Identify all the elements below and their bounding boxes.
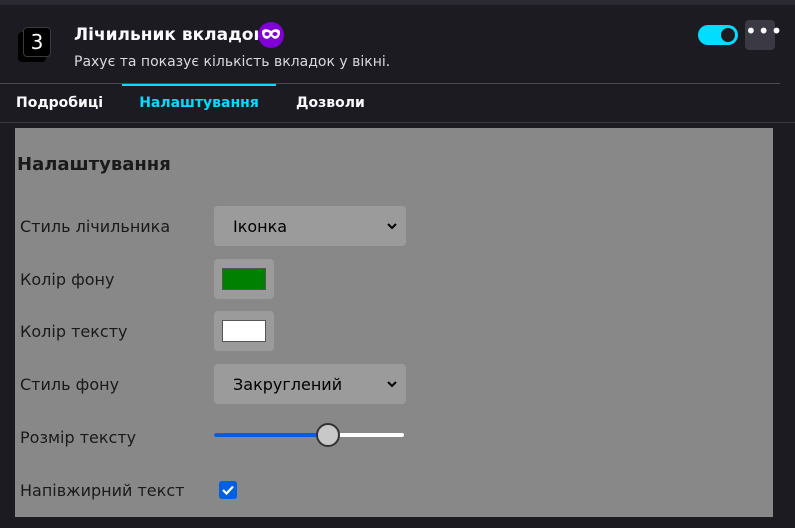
chevron-down-icon bbox=[387, 381, 397, 388]
bold-text-checkbox[interactable] bbox=[219, 481, 237, 499]
text-color-label: Колір тексту bbox=[20, 322, 128, 341]
tab-details[interactable]: Подробиці bbox=[16, 84, 103, 122]
bg-style-label: Стиль фону bbox=[20, 375, 120, 394]
bold-text-label: Напівжирний текст bbox=[20, 481, 185, 500]
bg-color-label: Колір фону bbox=[20, 270, 115, 289]
counter-style-label: Стиль лічильника bbox=[20, 217, 171, 236]
bg-color-picker[interactable] bbox=[214, 259, 274, 299]
bg-style-select[interactable]: Закруглений bbox=[214, 364, 406, 404]
text-size-label: Розмір тексту bbox=[20, 428, 137, 447]
tab-bar: Подробиці Налаштування Дозволи bbox=[0, 84, 795, 122]
tab-settings[interactable]: Налаштування bbox=[122, 84, 276, 122]
bg-style-value: Закруглений bbox=[233, 375, 343, 394]
toggle-knob bbox=[721, 28, 735, 42]
more-options-button[interactable]: ••• bbox=[745, 20, 782, 50]
settings-title: Налаштування bbox=[17, 154, 171, 175]
extension-enable-toggle[interactable] bbox=[698, 25, 738, 45]
tabs-divider bbox=[0, 122, 795, 123]
text-color-picker[interactable] bbox=[214, 311, 274, 351]
slider-fill bbox=[214, 433, 328, 437]
extension-icon: 3 bbox=[18, 27, 52, 63]
text-size-slider[interactable] bbox=[214, 423, 406, 447]
bg-color-swatch bbox=[222, 268, 266, 290]
chevron-down-icon bbox=[387, 223, 397, 230]
tab-permissions[interactable]: Дозволи bbox=[296, 84, 365, 122]
text-color-swatch bbox=[222, 320, 266, 342]
extension-title: Лічильник вкладок bbox=[74, 25, 266, 45]
extension-icon-number: 3 bbox=[23, 27, 51, 57]
counter-style-value: Іконка bbox=[233, 217, 288, 236]
private-browsing-mask-icon bbox=[258, 22, 284, 48]
counter-style-select[interactable]: Іконка bbox=[214, 206, 406, 246]
extension-header: 3 Лічильник вкладок Рахує та показує кіл… bbox=[0, 5, 795, 83]
slider-thumb[interactable] bbox=[316, 423, 340, 447]
settings-panel: Налаштування Стиль лічильника Іконка Кол… bbox=[15, 128, 773, 517]
checkmark-icon bbox=[222, 485, 234, 496]
extension-description: Рахує та показує кількість вкладок у вік… bbox=[74, 54, 391, 70]
